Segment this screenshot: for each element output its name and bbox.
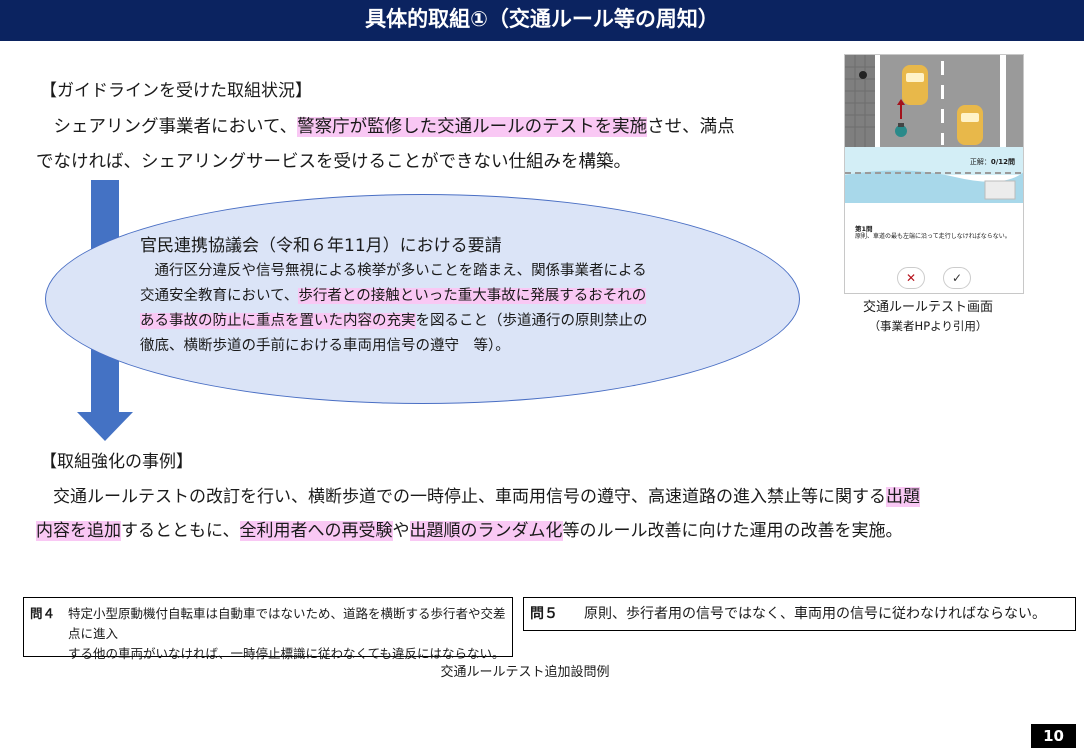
x-icon[interactable]: ✕ (897, 267, 925, 289)
highlight-question: 出題 (886, 487, 920, 507)
page-title: 具体的取組①（交通ルール等の周知） (0, 0, 1084, 41)
highlight-police-test: 警察庁が監修した交通ルールのテストを実施 (297, 117, 648, 137)
question-box-4: 問４ 特定小型原動機付自転車は自動車ではないため、道路を横断する歩行者や交差点に… (23, 597, 513, 661)
highlight-serious-accident: 歩行者との接触といった重大事故に発展するおそれの (298, 288, 647, 304)
highlight-retest: 全利用者への再受験 (239, 521, 393, 541)
traffic-test-app-screenshot: 正解：0/12問 第1問 原則、車道の最も左端に沿って走行しなければならない。 … (844, 54, 1024, 294)
strengthen-heading: 【取組強化の事例】 (40, 452, 193, 472)
question-text: 原則、車道の最も左端に沿って走行しなければならない。 (855, 233, 1011, 240)
questions-caption: 交通ルールテスト追加設問例 (440, 665, 610, 680)
highlight-prevention-focus: ある事故の防止に重点を置いた内容の充実 (140, 313, 416, 329)
request-body: 通行区分違反や信号無視による検挙が多いことを踏まえ、関係事業者による 交通安全教… (140, 263, 648, 354)
request-heading: 官民連携協議会（令和６年11月）における要請 (140, 236, 502, 256)
guideline-line-1: シェアリング事業者において、警察庁が監修した交通ルールのテストを実施させ、満点 (36, 117, 735, 137)
highlight-random-order: 出題順のランダム化 (409, 521, 563, 541)
page-number: 10 (1031, 724, 1076, 748)
guideline-heading: 【ガイドラインを受けた取組状況】 (40, 81, 312, 101)
question-box-5: 問５ 原則、歩行者用の信号ではなく、車両用の信号に従わなければならない。 (523, 597, 1076, 631)
strengthen-line-1: 交通ルールテストの改訂を行い、横断歩道での一時停止、車両用信号の遵守、高速道路の… (36, 487, 920, 507)
road-illustration (845, 55, 1023, 293)
question-number: 第1問 (855, 225, 873, 233)
app-screenshot-caption: 交通ルールテスト画面 （事業者HPより引用） (862, 300, 993, 333)
guideline-line-2: でなければ、シェアリングサービスを受けることができない仕組みを構築。 (36, 152, 631, 172)
highlight-add-content: 内容を追加 (36, 521, 121, 541)
strengthen-line-2: 内容を追加するとともに、全利用者への再受験や出題順のランダム化等のルール改善に向… (36, 521, 903, 541)
score-readout: 正解：0/12問 (969, 158, 1015, 166)
check-icon[interactable]: ✓ (943, 267, 971, 289)
